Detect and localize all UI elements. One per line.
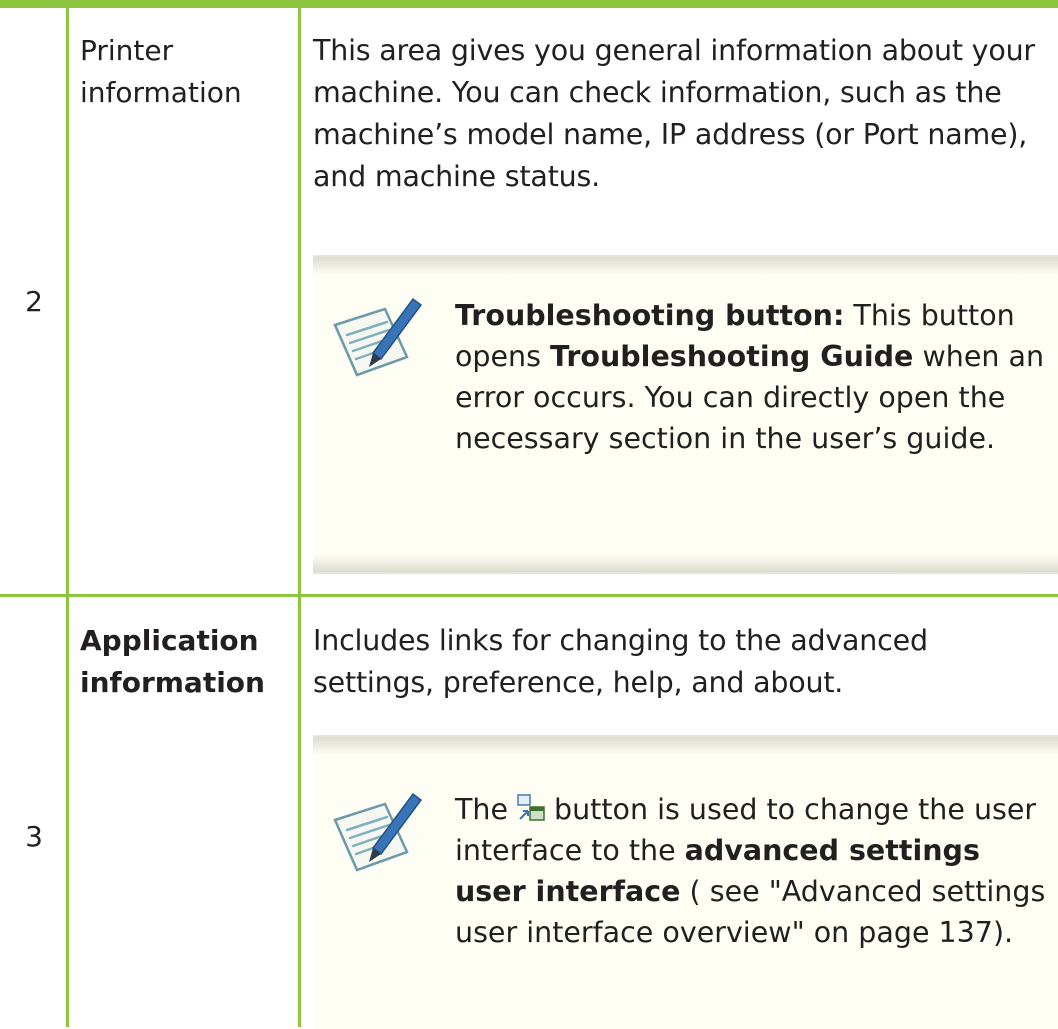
row-divider: [0, 594, 1058, 597]
row-number: 3: [25, 820, 43, 853]
note-box: The button is used to change the user int…: [313, 735, 1058, 1029]
column-divider-number: [66, 8, 69, 1027]
row-description: Includes links for changing to the advan…: [313, 624, 928, 699]
column-divider-label: [298, 8, 301, 1027]
row-number: 2: [25, 285, 43, 318]
table-top-rule: [0, 0, 1058, 8]
note-text: Troubleshooting button: This button open…: [455, 299, 1045, 455]
row-label: Application information: [80, 624, 265, 699]
row-description: This area gives you general information …: [313, 34, 1035, 193]
note-pen-icon: [333, 792, 423, 872]
note-pen-icon: [333, 297, 423, 377]
note-emphasis: Troubleshooting Guide: [550, 340, 914, 373]
row-label: Printer information: [80, 34, 242, 109]
advanced-settings-switch-icon[interactable]: [516, 793, 546, 823]
note-lead: Troubleshooting button:: [455, 299, 845, 332]
note-box: Troubleshooting button: This button open…: [313, 255, 1058, 574]
note-text: The button is used to change the user int…: [455, 793, 1046, 949]
